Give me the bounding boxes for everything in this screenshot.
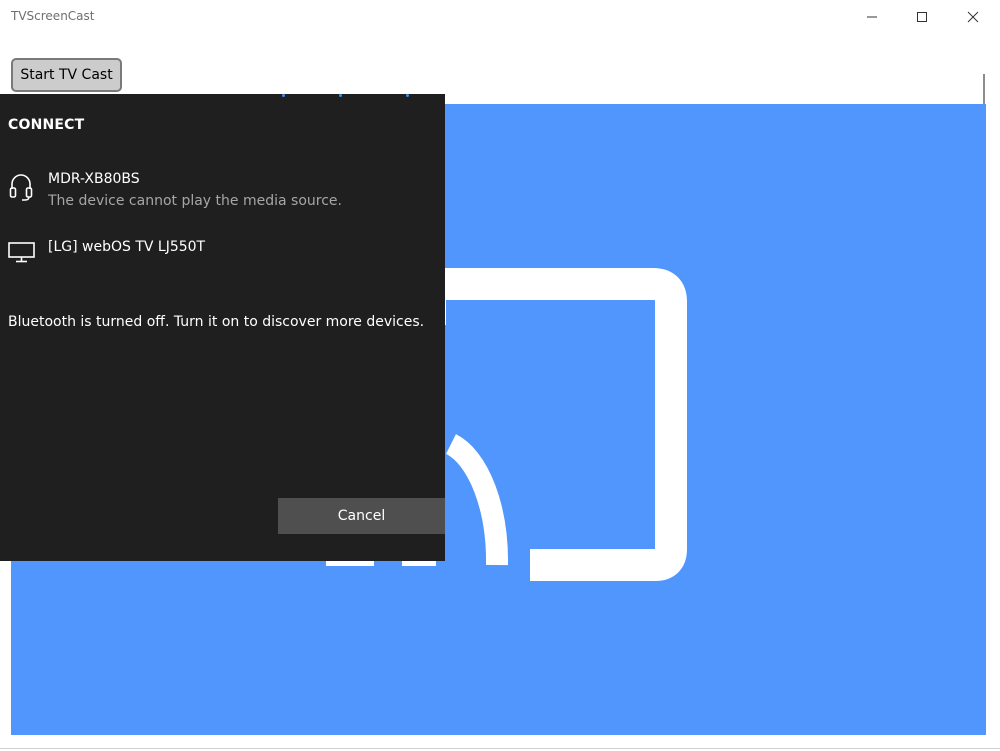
minimize-button[interactable] [849,0,895,34]
window-bottom-border [0,748,1000,749]
maximize-button[interactable] [899,0,945,34]
monitor-icon [8,242,35,263]
connect-flyout: CONNECT MDR-XB80BS The device cannot pla… [0,94,445,561]
headphones-icon [9,174,33,201]
app-window: TVScreenCast Start TV Cast CONNECT MDR-X… [0,0,1000,751]
device-item-mdr-xb80bs[interactable]: MDR-XB80BS The device cannot play the me… [0,166,445,216]
progress-dot [406,94,409,97]
window-title: TVScreenCast [11,9,95,23]
device-status: The device cannot play the media source. [48,193,342,209]
minimize-icon [867,16,877,18]
maximize-icon [917,12,927,22]
device-name: [LG] webOS TV LJ550T [48,239,206,255]
connect-title: CONNECT [8,117,85,133]
bluetooth-off-message: Bluetooth is turned off. Turn it on to d… [8,314,425,330]
device-name: MDR-XB80BS [48,171,140,187]
cancel-button[interactable]: Cancel [278,498,445,534]
device-item-lg-webos-tv[interactable]: [LG] webOS TV LJ550T [0,234,445,270]
title-bar[interactable]: TVScreenCast [0,0,1000,34]
progress-dot [339,94,342,97]
close-icon [967,11,979,23]
start-tv-cast-button[interactable]: Start TV Cast [11,58,122,92]
close-button[interactable] [950,0,996,34]
progress-dot [282,94,285,97]
